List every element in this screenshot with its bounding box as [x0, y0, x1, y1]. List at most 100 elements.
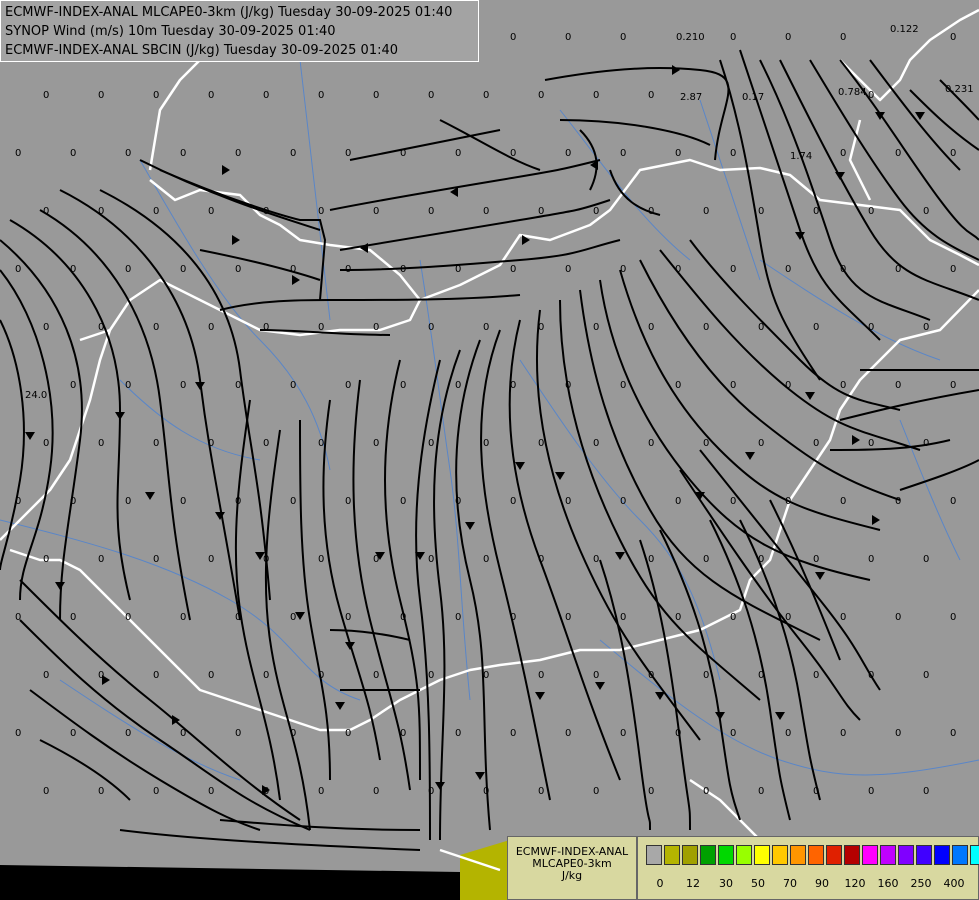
station-value: 0	[593, 670, 599, 681]
station-value: 0	[125, 728, 131, 739]
station-value: 0	[840, 728, 846, 739]
legend-tick: 250	[910, 877, 932, 890]
station-value: 0	[43, 206, 49, 217]
station-value: 0	[400, 728, 406, 739]
station-value: 0	[483, 206, 489, 217]
station-value: 0	[565, 612, 571, 623]
legend-label: ECMWF-INDEX-ANAL MLCAPE0-3km J/kg	[507, 836, 637, 900]
station-value: 0	[428, 786, 434, 797]
station-value: 0	[290, 612, 296, 623]
station-value: 0	[758, 206, 764, 217]
station-value: 0	[923, 206, 929, 217]
station-value: 0	[895, 264, 901, 275]
station-value: 0	[923, 322, 929, 333]
weather-map[interactable]: 0 0 0 0 0 0 0 0 0 0 0 0 0 0 0 0 0 0 0 0 0 0 0 0 0 0 0 0 0 0 0 0 0 0 0 0 0 0 0 0…	[0, 0, 979, 900]
station-value-special: 0.122	[890, 24, 919, 35]
station-value: 0	[758, 322, 764, 333]
station-value: 0	[428, 670, 434, 681]
station-value: 0	[455, 496, 461, 507]
station-value: 0	[758, 670, 764, 681]
station-value: 0	[263, 322, 269, 333]
station-value: 0	[373, 670, 379, 681]
station-value: 0	[565, 264, 571, 275]
station-value: 0	[813, 322, 819, 333]
station-value: 0	[675, 612, 681, 623]
legend-swatch	[880, 845, 896, 865]
legend-swatch	[934, 845, 950, 865]
station-value-special: 0.784	[838, 87, 867, 98]
station-value: 0	[510, 612, 516, 623]
map-viewer[interactable]: 0 0 0 0 0 0 0 0 0 0 0 0 0 0 0 0 0 0 0 0 0 0 0 0 0 0 0 0 0 0 0 0 0 0 0 0 0 0 0 0…	[0, 0, 979, 900]
station-value: 0	[345, 380, 351, 391]
station-value: 0	[730, 612, 736, 623]
station-value: 0	[648, 670, 654, 681]
station-value: 0	[483, 438, 489, 449]
station-value: 0	[648, 554, 654, 565]
station-value: 0	[483, 554, 489, 565]
station-value: 0	[153, 206, 159, 217]
station-value: 0	[153, 554, 159, 565]
station-value: 0	[648, 90, 654, 101]
station-value: 0	[373, 322, 379, 333]
station-value: 0	[868, 438, 874, 449]
station-value: 0	[510, 148, 516, 159]
station-value: 0	[15, 264, 21, 275]
station-value: 0	[153, 670, 159, 681]
station-value: 0	[125, 264, 131, 275]
legend-swatch	[844, 845, 860, 865]
station-value-special: 0.231	[945, 84, 974, 95]
station-value: 0	[868, 670, 874, 681]
station-value: 0	[235, 728, 241, 739]
station-value: 0	[620, 264, 626, 275]
station-value: 0	[43, 554, 49, 565]
station-value: 0	[400, 496, 406, 507]
station-value-special: 0.17	[742, 92, 764, 103]
legend-swatch	[682, 845, 698, 865]
station-value: 0	[180, 148, 186, 159]
station-value: 0	[730, 380, 736, 391]
station-value: 0	[620, 32, 626, 43]
station-value: 0	[538, 438, 544, 449]
station-value: 0	[208, 554, 214, 565]
station-value: 0	[565, 32, 571, 43]
legend-tick: 50	[751, 877, 765, 890]
station-value: 0	[620, 496, 626, 507]
station-value: 0	[70, 380, 76, 391]
station-value: 0	[868, 322, 874, 333]
station-value: 0	[70, 612, 76, 623]
station-value: 0	[455, 380, 461, 391]
station-value: 0	[428, 438, 434, 449]
station-value: 0	[840, 264, 846, 275]
station-value: 0	[675, 148, 681, 159]
station-value: 0	[208, 438, 214, 449]
station-value: 0	[235, 496, 241, 507]
station-value: 0	[648, 206, 654, 217]
station-value: 0	[70, 728, 76, 739]
station-value: 0	[345, 496, 351, 507]
station-value: 0	[428, 90, 434, 101]
station-value: 0	[950, 32, 956, 43]
station-value: 0	[538, 554, 544, 565]
station-value: 0	[868, 786, 874, 797]
station-value: 0	[318, 438, 324, 449]
station-value: 0	[263, 670, 269, 681]
station-value: 0	[373, 554, 379, 565]
station-value: 0	[208, 670, 214, 681]
station-value: 0	[538, 322, 544, 333]
legend-tick: 120	[844, 877, 866, 890]
station-value: 0	[538, 90, 544, 101]
station-value: 0	[208, 322, 214, 333]
station-value: 0	[895, 612, 901, 623]
legend-tick: 12	[686, 877, 700, 890]
station-value: 0	[373, 786, 379, 797]
station-value: 0	[43, 438, 49, 449]
station-value: 0	[373, 438, 379, 449]
station-value-special: 24.0	[25, 390, 47, 401]
station-value: 0	[565, 496, 571, 507]
station-value: 0	[895, 496, 901, 507]
legend-swatch	[700, 845, 716, 865]
station-value: 0	[813, 438, 819, 449]
station-value: 0	[675, 264, 681, 275]
station-value: 0	[730, 148, 736, 159]
station-value: 0	[510, 32, 516, 43]
